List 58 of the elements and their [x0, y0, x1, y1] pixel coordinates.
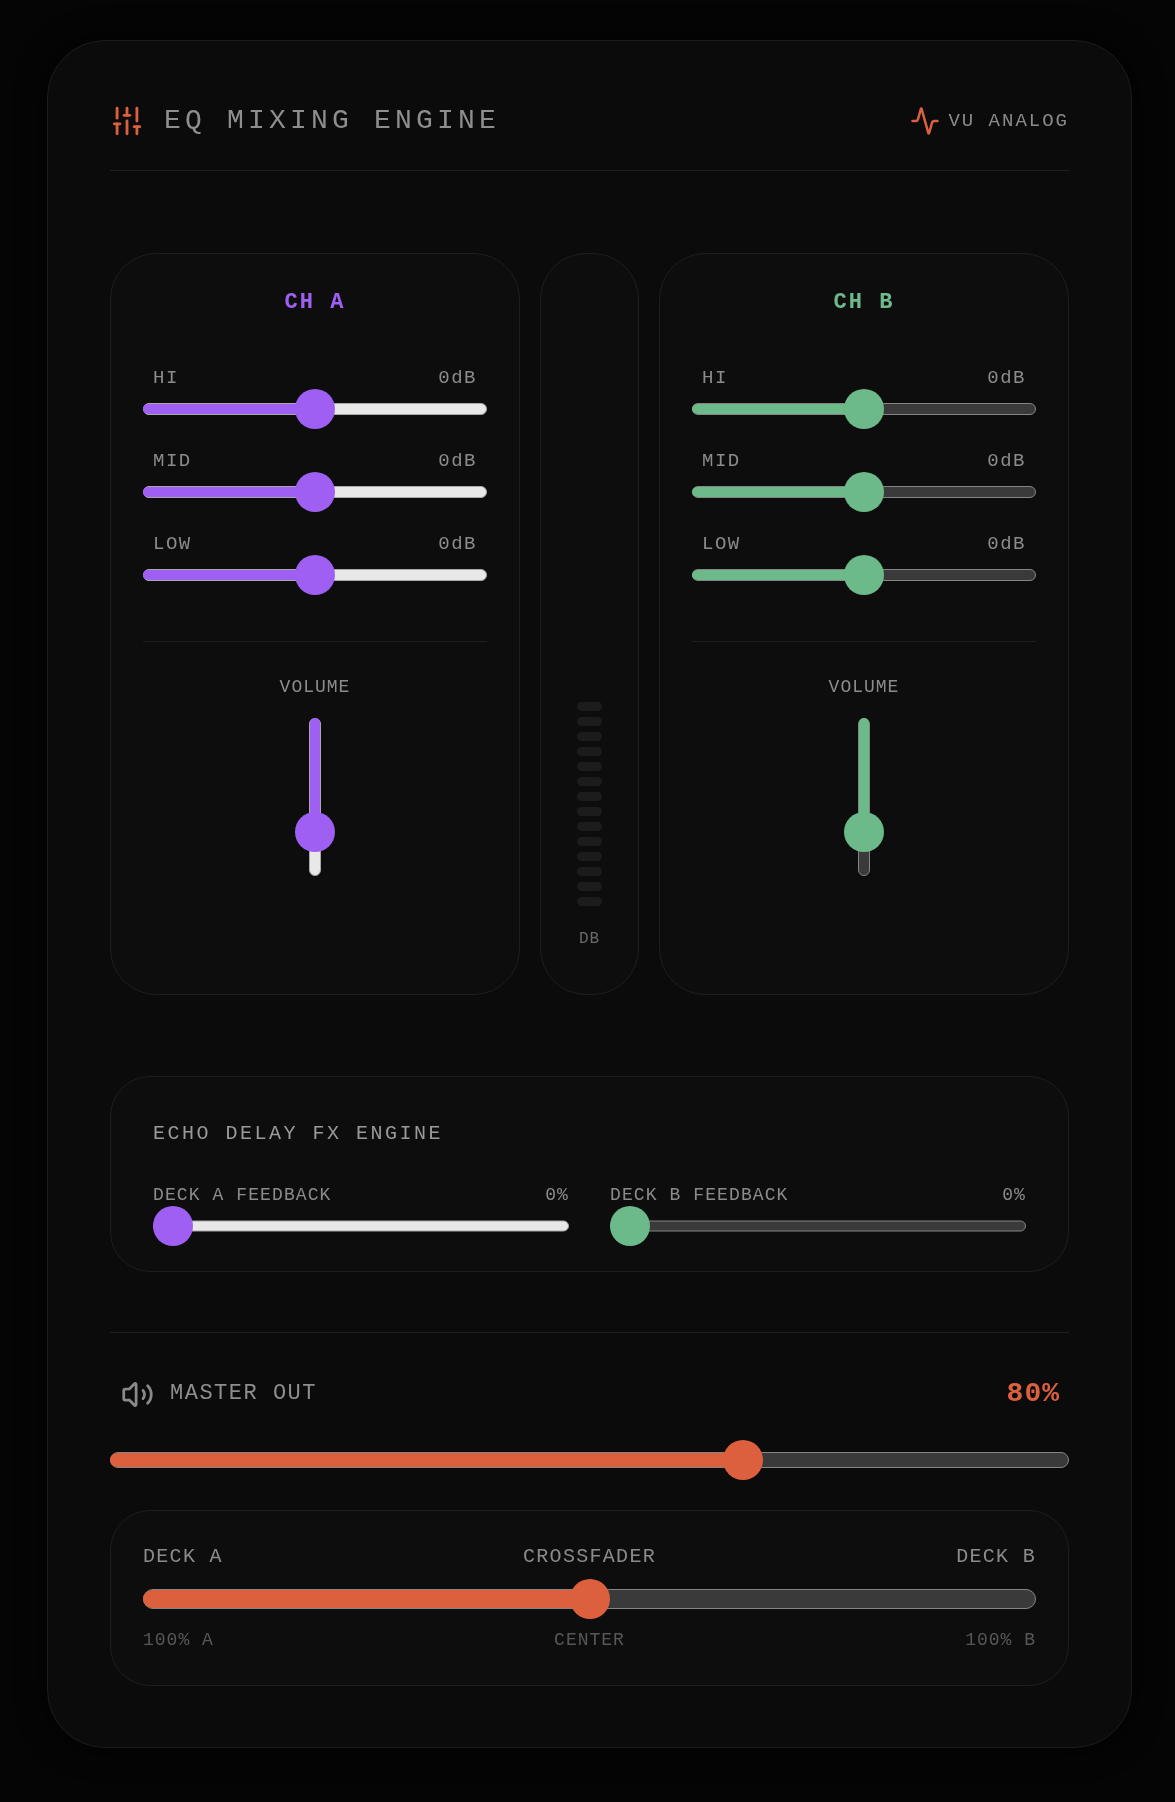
- slider-thumb[interactable]: [844, 811, 884, 852]
- echo-title: ECHO DELAY FX ENGINE: [153, 1122, 444, 1145]
- volume-label: VOLUME: [828, 676, 900, 698]
- band-label: LOW: [153, 533, 192, 555]
- band-label: MID: [153, 450, 192, 472]
- master-label: MASTER OUT: [170, 1380, 318, 1408]
- slider-thumb[interactable]: [295, 555, 335, 595]
- slider-thumb[interactable]: [295, 811, 335, 852]
- deck-label: DECK A: [143, 1545, 223, 1569]
- mode-label: VU ANALOG: [948, 109, 1069, 133]
- feedback-label: DECK A FEEDBACK: [153, 1184, 332, 1206]
- feedback-reading: 0%: [1002, 1184, 1026, 1206]
- deck-label: DECK B: [956, 1545, 1036, 1569]
- slider-thumb[interactable]: [295, 389, 335, 429]
- eq-slider-track[interactable]: [692, 555, 1036, 595]
- band-reading: 0dB: [987, 533, 1026, 555]
- band-reading: 0dB: [987, 450, 1026, 472]
- master-slider-track[interactable]: [110, 1440, 1069, 1480]
- position-caption: 100% B: [965, 1629, 1036, 1651]
- volume-slider-track[interactable]: [295, 718, 335, 876]
- slider-thumb[interactable]: [844, 555, 884, 595]
- eq-slider-track[interactable]: [692, 389, 1036, 429]
- band-reading: 0dB: [987, 367, 1026, 389]
- band-label: HI: [702, 367, 728, 389]
- volume-slider-track[interactable]: [844, 718, 884, 876]
- feedback-slider-track[interactable]: [610, 1206, 1026, 1246]
- meter-label: DB: [578, 930, 601, 948]
- channel-title: CH B: [833, 290, 895, 316]
- slider-thumb[interactable]: [295, 472, 335, 512]
- slider-thumb[interactable]: [569, 1579, 610, 1619]
- eq-slider-track[interactable]: [143, 555, 487, 595]
- eq-slider-track[interactable]: [143, 472, 487, 512]
- band-reading: 0dB: [438, 450, 477, 472]
- position-caption: 100% A: [143, 1629, 214, 1651]
- position-caption: CENTER: [554, 1629, 625, 1651]
- feedback-label: DECK B FEEDBACK: [610, 1184, 789, 1206]
- eq-slider-track[interactable]: [692, 472, 1036, 512]
- volume-label: VOLUME: [279, 676, 351, 698]
- slider-thumb[interactable]: [153, 1206, 193, 1246]
- master-reading: 80%: [1006, 1377, 1060, 1411]
- feedback-reading: 0%: [545, 1184, 569, 1206]
- feedback-slider-track[interactable]: [153, 1206, 569, 1246]
- slider-thumb[interactable]: [722, 1440, 763, 1480]
- band-label: HI: [153, 367, 179, 389]
- band-reading: 0dB: [438, 533, 477, 555]
- band-reading: 0dB: [438, 367, 477, 389]
- app-title: EQ MIXING ENGINE: [164, 104, 501, 138]
- pulse-icon: [910, 106, 941, 136]
- sliders-icon: [110, 104, 144, 138]
- slider-thumb[interactable]: [610, 1206, 650, 1246]
- slider-thumb[interactable]: [844, 389, 884, 429]
- crossfader-slider-track[interactable]: [143, 1579, 1036, 1619]
- slider-thumb[interactable]: [844, 472, 884, 512]
- band-label: MID: [702, 450, 741, 472]
- eq-slider-track[interactable]: [143, 389, 487, 429]
- band-label: LOW: [702, 533, 741, 555]
- channel-title: CH A: [284, 290, 346, 316]
- crossfader-title: CROSSFADER: [523, 1545, 656, 1569]
